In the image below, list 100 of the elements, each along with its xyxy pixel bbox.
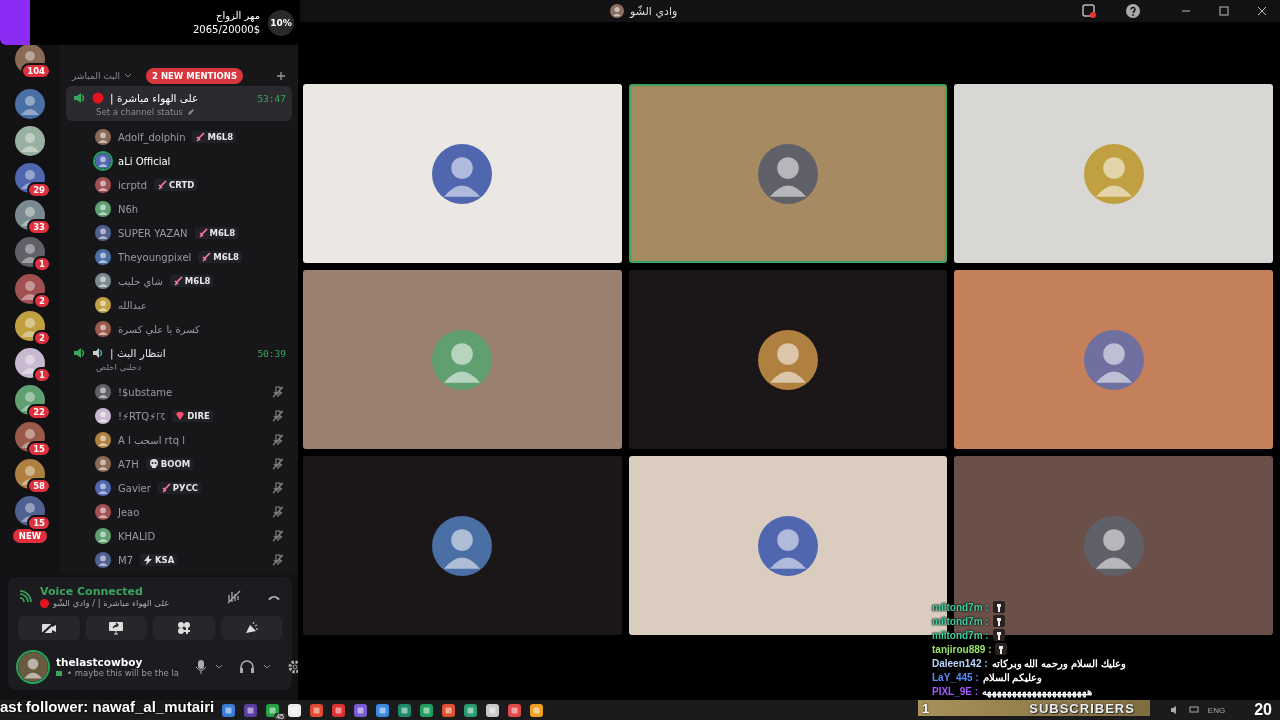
chat-username: Daleen142 : bbox=[932, 657, 988, 669]
caret-icon[interactable] bbox=[263, 663, 272, 671]
new-unreads-button[interactable]: NEW bbox=[12, 529, 48, 543]
member-name[interactable]: Gavier bbox=[118, 482, 151, 494]
server-icon[interactable] bbox=[15, 348, 45, 378]
server-icon[interactable] bbox=[15, 126, 45, 156]
headphones-icon[interactable] bbox=[239, 659, 256, 675]
app-icon[interactable] bbox=[530, 703, 543, 717]
camera-off-icon bbox=[40, 621, 57, 635]
participant-avatar bbox=[432, 515, 493, 576]
sword-icon bbox=[195, 132, 206, 142]
voice-location[interactable]: على الهواء مباشرة | / وادي الشّو bbox=[53, 598, 170, 608]
member-name[interactable]: SUPER YAZAN bbox=[118, 227, 188, 239]
member-name[interactable]: Theyoungpixel bbox=[118, 251, 192, 263]
member-name[interactable]: M7 bbox=[118, 554, 133, 566]
unread-badge: 33 bbox=[27, 219, 51, 235]
member-name[interactable]: كسرة يا علي كسرة bbox=[118, 323, 200, 335]
emote-icon bbox=[995, 643, 1008, 655]
channel-name: على الهواء مباشرة | bbox=[110, 92, 199, 104]
member-name[interactable]: aLi Official bbox=[118, 155, 171, 167]
member-name[interactable]: N6h bbox=[118, 203, 139, 215]
close-icon[interactable] bbox=[1256, 5, 1268, 17]
tag-text: KSA bbox=[155, 555, 175, 565]
chat-message: وعليكم السلام bbox=[982, 671, 1043, 683]
noise-suppression-icon[interactable] bbox=[226, 588, 242, 605]
app-icon[interactable] bbox=[376, 703, 389, 717]
sword-icon bbox=[157, 180, 167, 190]
chat-message: وعليك السلام ورحمه الله وبركاته bbox=[991, 657, 1126, 669]
tag-text: M6L8 bbox=[213, 252, 240, 262]
participant-avatar bbox=[1083, 329, 1144, 390]
hour-label: 20 bbox=[1254, 701, 1272, 719]
member-name[interactable]: !$ubstame bbox=[118, 386, 173, 398]
app-icon[interactable] bbox=[398, 703, 411, 717]
maximize-icon[interactable] bbox=[1218, 5, 1230, 17]
banner-label: SUBSCRIBERS bbox=[1029, 700, 1135, 716]
sword-icon bbox=[160, 483, 171, 493]
window-title: وادي الشّو bbox=[630, 4, 678, 18]
app-icon[interactable] bbox=[222, 703, 235, 717]
app-icon[interactable] bbox=[288, 703, 301, 717]
server-icon[interactable] bbox=[15, 274, 45, 304]
member-name[interactable]: Adolf_dolphin bbox=[118, 131, 186, 143]
video-tile[interactable] bbox=[303, 84, 622, 263]
member-name[interactable]: عبدالله bbox=[118, 299, 147, 311]
caret-icon[interactable] bbox=[215, 663, 224, 671]
unread-badge: 22 bbox=[27, 404, 51, 420]
member-name[interactable]: icrptd bbox=[118, 179, 147, 191]
video-tile[interactable] bbox=[628, 84, 948, 263]
member-name[interactable]: Jeao bbox=[118, 506, 140, 518]
tag-text: M6L8 bbox=[207, 132, 234, 142]
inbox-icon[interactable] bbox=[1082, 4, 1096, 18]
new-mentions-pill[interactable]: 2 NEW MENTIONS bbox=[146, 68, 243, 84]
member-name[interactable]: A l اسحب rtq l bbox=[118, 434, 185, 446]
app-icon[interactable] bbox=[442, 703, 455, 717]
app-icon[interactable] bbox=[420, 703, 433, 717]
chat-username: miltond7m : bbox=[932, 629, 989, 641]
category-name[interactable]: البث المباشر bbox=[72, 71, 121, 81]
video-tile[interactable] bbox=[954, 84, 1273, 263]
pencil-icon[interactable] bbox=[187, 108, 196, 116]
chat-username: tanjirou889 : bbox=[932, 643, 992, 655]
app-icon[interactable] bbox=[464, 703, 477, 717]
member-name[interactable]: KHALID bbox=[118, 530, 156, 542]
video-tile[interactable] bbox=[303, 456, 622, 635]
help-icon[interactable] bbox=[1126, 4, 1140, 18]
channel-status: دخلني اخلص bbox=[96, 362, 142, 372]
app-icon[interactable] bbox=[310, 703, 323, 717]
tag-text: РУСС bbox=[172, 483, 199, 493]
screen-share-icon bbox=[108, 621, 125, 635]
voice-connected-label: Voice Connected bbox=[40, 585, 144, 598]
activities-button[interactable] bbox=[153, 616, 215, 640]
member-name[interactable]: شاي حليب bbox=[118, 275, 163, 287]
app-icon[interactable] bbox=[354, 703, 367, 717]
video-tile[interactable] bbox=[628, 270, 948, 449]
activity-icon bbox=[56, 669, 64, 677]
server-icon[interactable] bbox=[15, 311, 45, 341]
soundboard-button[interactable] bbox=[220, 616, 282, 640]
unread-badge: 29 bbox=[27, 182, 51, 198]
unread-badge: 58 bbox=[27, 478, 51, 494]
app-icon[interactable] bbox=[486, 703, 499, 717]
tag-text: M6L8 bbox=[184, 276, 211, 286]
member-name[interactable]: A7H bbox=[118, 458, 139, 470]
chat-message: هههههههههههههههههههههه bbox=[982, 685, 1093, 697]
member-name[interactable]: !⚡RTQ⚡☈ bbox=[118, 410, 166, 422]
language-indicator[interactable]: ENG bbox=[1207, 705, 1226, 715]
server-icon[interactable] bbox=[15, 237, 45, 267]
app-icon[interactable] bbox=[244, 703, 257, 717]
camera-off-button[interactable] bbox=[18, 616, 80, 640]
microphone-icon[interactable] bbox=[195, 659, 208, 675]
chevron-down-icon[interactable] bbox=[124, 72, 133, 80]
screen-share-button[interactable] bbox=[85, 616, 147, 640]
video-tile[interactable] bbox=[303, 270, 622, 449]
video-tile[interactable] bbox=[954, 270, 1273, 449]
participant-avatar bbox=[432, 329, 493, 390]
server-icon[interactable] bbox=[15, 89, 45, 119]
plus-icon[interactable] bbox=[276, 71, 286, 81]
goal-amount: 2065/20000$ bbox=[193, 22, 260, 37]
unread-badge: 15 bbox=[27, 515, 51, 531]
app-icon[interactable] bbox=[508, 703, 521, 717]
network-icon[interactable] bbox=[1188, 705, 1199, 715]
call-timer: 53:47 bbox=[257, 92, 286, 104]
app-icon[interactable] bbox=[332, 703, 345, 717]
